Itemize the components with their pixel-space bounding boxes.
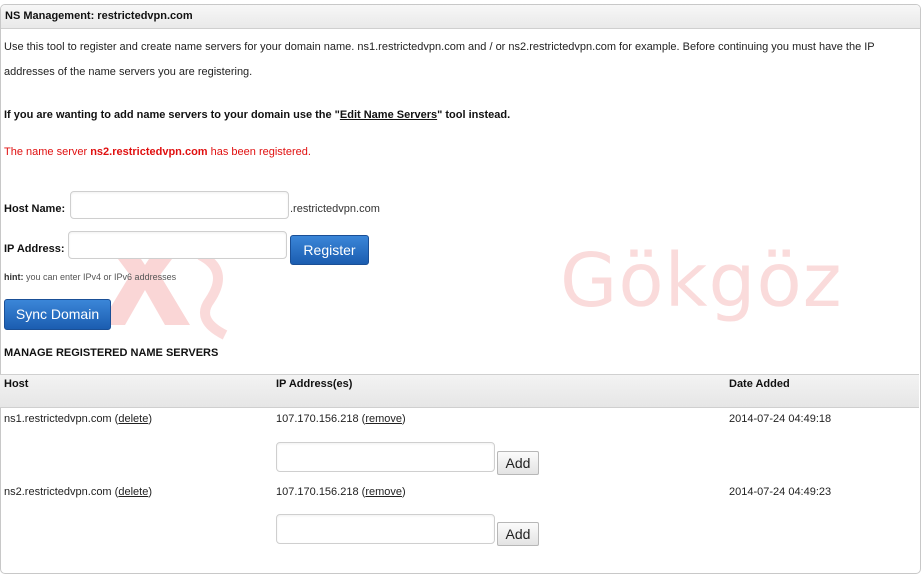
table-row-ip: 107.170.156.218 (remove) [276, 486, 406, 498]
column-date: Date Added [729, 378, 790, 390]
hint-text: you can enter IPv4 or IPv6 addresses [23, 272, 177, 282]
delete-link[interactable]: delete [118, 413, 148, 425]
status-message: The name server ns2.restrictedvpn.com ha… [4, 146, 311, 158]
tip-prefix: If you are wanting to add name servers t… [4, 109, 340, 121]
edit-name-servers-link[interactable]: Edit Name Servers [340, 109, 437, 121]
ip-address-input[interactable] [68, 231, 287, 259]
host-value: ns2.restrictedvpn.com [4, 486, 112, 498]
add-ip-button[interactable]: Add [497, 451, 539, 475]
delete-link[interactable]: delete [118, 486, 148, 498]
ip-value: 107.170.156.218 [276, 486, 359, 498]
tip-suffix: " tool instead. [437, 109, 511, 121]
hint-prefix: hint: [4, 272, 24, 282]
table-row-host: ns1.restrictedvpn.com (delete) [4, 413, 152, 425]
panel-title: NS Management: restrictedvpn.com [1, 5, 920, 29]
edit-nameservers-tip: If you are wanting to add name servers t… [4, 109, 510, 121]
ip-hint: hint: you can enter IPv4 or IPv6 address… [4, 272, 176, 282]
host-value: ns1.restrictedvpn.com [4, 413, 112, 425]
column-ip: IP Address(es) [276, 378, 353, 390]
add-ip-input[interactable] [276, 514, 495, 544]
table-row-ip: 107.170.156.218 (remove) [276, 413, 406, 425]
manage-section-title: MANAGE REGISTERED NAME SERVERS [4, 347, 219, 359]
table-row-host: ns2.restrictedvpn.com (delete) [4, 486, 152, 498]
host-name-label: Host Name: [4, 203, 66, 215]
remove-link[interactable]: remove [365, 486, 402, 498]
status-suffix: has been registered. [207, 146, 311, 158]
add-ip-input[interactable] [276, 442, 495, 472]
column-host: Host [4, 378, 29, 390]
register-button[interactable]: Register [290, 235, 369, 265]
add-ip-button[interactable]: Add [497, 522, 539, 546]
host-suffix: .restrictedvpn.com [290, 203, 380, 215]
intro-text: Use this tool to register and create nam… [4, 41, 875, 78]
status-host: ns2.restrictedvpn.com [90, 146, 208, 158]
sync-domain-button[interactable]: Sync Domain [4, 299, 111, 330]
ip-address-label: IP Address: [4, 243, 65, 255]
ip-value: 107.170.156.218 [276, 413, 359, 425]
table-row-date: 2014-07-24 04:49:18 [729, 413, 832, 425]
host-name-input[interactable] [70, 191, 289, 219]
remove-link[interactable]: remove [365, 413, 402, 425]
status-prefix: The name server [4, 146, 91, 158]
table-row-date: 2014-07-24 04:49:23 [729, 486, 832, 498]
